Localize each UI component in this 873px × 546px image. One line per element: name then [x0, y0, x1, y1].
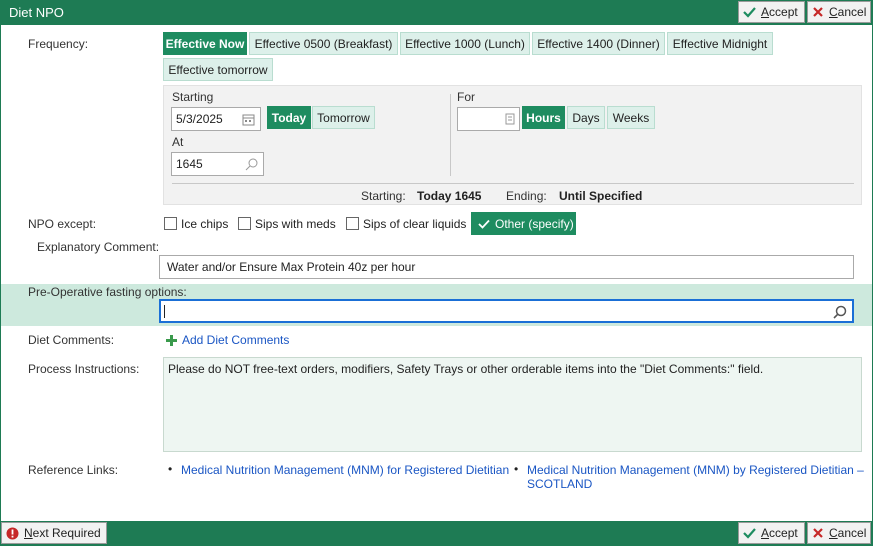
other-specify-toggle[interactable]: Other (specify) [471, 212, 576, 235]
checkmark-icon [743, 7, 756, 18]
search-icon[interactable] [833, 305, 847, 319]
add-diet-comments-link[interactable]: Add Diet Comments [166, 333, 289, 347]
footer-accept-button[interactable]: Accept [738, 522, 805, 544]
diet-comments-label: Diet Comments: [28, 333, 115, 347]
tomorrow-button[interactable]: Tomorrow [312, 106, 375, 129]
summary-ending-value: Until Specified [559, 189, 643, 203]
footer-cancel-button[interactable]: Cancel [807, 522, 871, 544]
bullet: • [514, 462, 519, 476]
close-icon [813, 528, 823, 538]
explanatory-comment-field[interactable]: Water and/or Ensure Max Protein 40z per … [159, 255, 854, 279]
error-icon [6, 527, 19, 539]
frequency-effective-midnight[interactable]: Effective Midnight [667, 32, 773, 55]
bullet: • [168, 462, 173, 476]
sips-with-meds-label: Sips with meds [255, 217, 336, 231]
clock-search-icon [245, 158, 258, 171]
cancel-button[interactable]: Cancel [807, 1, 871, 23]
sips-clear-liquids-checkbox[interactable] [346, 217, 359, 230]
npo-except-label: NPO except: [28, 217, 97, 231]
start-date-field[interactable]: 5/3/2025 [171, 107, 261, 131]
pre-op-search-input[interactable] [159, 299, 854, 323]
frequency-label: Frequency: [28, 37, 89, 51]
today-button[interactable]: Today [267, 106, 311, 129]
at-label: At [172, 135, 184, 149]
pre-op-label: Pre-Operative fasting options: [28, 285, 187, 299]
weeks-button[interactable]: Weeks [607, 106, 655, 129]
summary-ending-label: Ending: [506, 189, 547, 203]
reference-links-label: Reference Links: [28, 463, 119, 477]
next-required-button[interactable]: Next Required [1, 522, 107, 544]
for-label: For [457, 90, 475, 104]
starting-label: Starting [172, 90, 214, 104]
close-icon [813, 7, 823, 17]
explanatory-comment-label: Explanatory Comment: [37, 240, 160, 254]
footer-bar: Next Required Accept Cancel [0, 521, 873, 546]
sips-clear-liquids-label: Sips of clear liquids [363, 217, 467, 231]
frequency-effective-0500[interactable]: Effective 0500 (Breakfast) [249, 32, 398, 55]
checkmark-icon [743, 528, 756, 539]
hours-button[interactable]: Hours [522, 106, 565, 129]
sips-with-meds-checkbox[interactable] [238, 217, 251, 230]
calendar-icon [242, 114, 255, 126]
checkmark-icon [478, 219, 490, 229]
at-time-field[interactable]: 1645 [171, 152, 264, 176]
summary-starting-value: Today 1645 [417, 189, 482, 203]
summary-starting-label: Starting: [361, 189, 406, 203]
frequency-effective-tomorrow[interactable]: Effective tomorrow [163, 58, 273, 81]
plus-icon [166, 334, 177, 346]
process-instructions-label: Process Instructions: [28, 362, 140, 376]
window-title: Diet NPO [9, 5, 64, 20]
ice-chips-label: Ice chips [181, 217, 229, 231]
ice-chips-checkbox[interactable] [164, 217, 177, 230]
days-button[interactable]: Days [567, 106, 605, 129]
title-bar: Diet NPO Accept Cancel [0, 0, 873, 25]
frequency-effective-now[interactable]: Effective Now [163, 32, 247, 55]
text-caret [164, 305, 165, 318]
schedule-panel: Starting 5/3/2025 Today Tomorrow At 1645… [163, 85, 862, 205]
summary-divider [172, 183, 854, 184]
accept-button[interactable]: Accept [738, 1, 805, 23]
reference-link-mnm-scotland[interactable]: Medical Nutrition Management (MNM) by Re… [527, 463, 867, 491]
frequency-effective-1400[interactable]: Effective 1400 (Dinner) [532, 32, 665, 55]
frequency-effective-1000[interactable]: Effective 1000 (Lunch) [400, 32, 530, 55]
reference-link-mnm-dietitian[interactable]: Medical Nutrition Management (MNM) for R… [181, 463, 509, 477]
vertical-divider [450, 94, 451, 176]
calculator-icon [505, 113, 515, 125]
process-instructions-text: Please do NOT free-text orders, modifier… [163, 357, 862, 452]
for-duration-field[interactable] [457, 107, 520, 131]
